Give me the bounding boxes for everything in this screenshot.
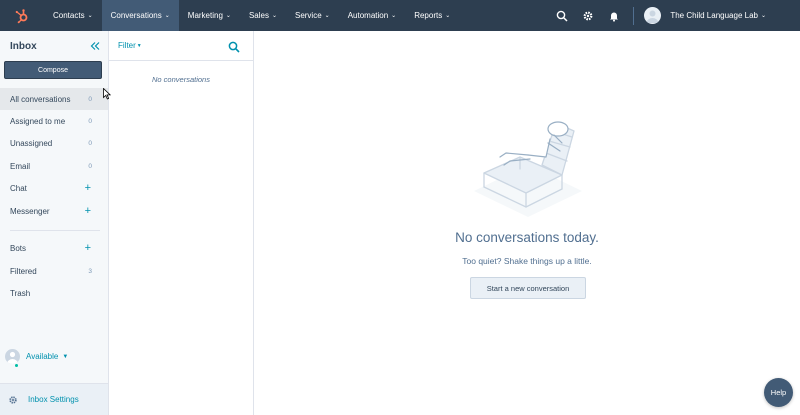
nav-reports[interactable]: Reports ⌄: [405, 0, 459, 31]
sidebar-item-messenger[interactable]: Messenger +: [0, 200, 108, 222]
sidebar-item-label: All conversations: [10, 94, 71, 104]
status-label: Available: [26, 352, 59, 361]
lounge-chair-illustration-icon: [470, 113, 586, 219]
nav-sales[interactable]: Sales ⌄: [240, 0, 286, 31]
account-menu[interactable]: The Child Language Lab ⌄: [670, 11, 766, 20]
nav-automation[interactable]: Automation ⌄: [339, 0, 406, 31]
avatar: [5, 349, 20, 364]
online-status-dot: [14, 363, 19, 368]
nav-reports-label: Reports: [414, 11, 443, 20]
nav-marketing-label: Marketing: [187, 11, 223, 20]
compose-button[interactable]: Compose: [4, 61, 102, 79]
chevron-down-icon: ⌄: [760, 13, 766, 19]
chevron-down-icon: ⌄: [164, 13, 170, 19]
nav-conversations[interactable]: Conversations ⌄: [101, 0, 179, 31]
sidebar-item-count: 0: [88, 117, 92, 125]
sidebar-item-chat[interactable]: Chat +: [0, 177, 108, 199]
nav-sales-label: Sales: [248, 11, 269, 20]
conversation-view: No conversations today. Too quiet? Shake…: [254, 31, 800, 415]
nav-service-label: Service: [294, 11, 322, 20]
empty-list-message: No conversations: [152, 75, 210, 84]
add-messenger-icon[interactable]: +: [85, 205, 91, 217]
sidebar-item-label: Chat: [10, 183, 27, 193]
filter-label: Filter: [118, 41, 136, 50]
nav-contacts-label: Contacts: [53, 11, 85, 20]
sidebar-item-filtered[interactable]: Filtered 3: [0, 260, 108, 282]
sidebar-item-count: 0: [88, 95, 92, 103]
search-icon[interactable]: [549, 0, 575, 31]
chevron-down-icon: ⌄: [87, 13, 93, 19]
sidebar-item-email[interactable]: Email 0: [0, 155, 108, 177]
filter-dropdown[interactable]: Filter ▼: [118, 41, 142, 50]
gear-icon: [8, 395, 18, 405]
nav-marketing[interactable]: Marketing ⌄: [179, 0, 240, 31]
top-navigation: Contacts ⌄ Conversations ⌄ Marketing ⌄ Sale…: [0, 0, 800, 31]
empty-state-subtitle: Too quiet? Shake things up a little.: [462, 256, 592, 266]
caret-down-icon: ▼: [136, 42, 142, 49]
chevron-down-icon: ⌄: [271, 13, 277, 19]
nav-automation-label: Automation: [347, 11, 389, 20]
chevron-down-icon: ⌄: [225, 13, 231, 19]
sidebar-item-count: 0: [88, 162, 92, 170]
sidebar-item-label: Bots: [10, 243, 27, 253]
sidebar-item-label: Filtered: [10, 266, 37, 276]
availability-status[interactable]: Available ▼: [5, 349, 68, 364]
start-new-conversation-button[interactable]: Start a new conversation: [470, 277, 586, 299]
add-chat-icon[interactable]: +: [85, 182, 91, 194]
sidebar-item-count: 0: [88, 139, 92, 147]
help-button[interactable]: Help: [764, 378, 793, 407]
inbox-sidebar: Inbox Compose All conversations 0 Assign…: [0, 31, 109, 415]
account-name-label: The Child Language Lab: [670, 11, 758, 20]
inbox-settings-label: Inbox Settings: [28, 395, 79, 404]
avatar[interactable]: [644, 7, 662, 24]
sidebar-divider: [10, 230, 100, 231]
sidebar-item-unassigned[interactable]: Unassigned 0: [0, 132, 108, 154]
sidebar-item-all-conversations[interactable]: All conversations 0: [0, 88, 108, 110]
sidebar-item-label: Email: [10, 161, 31, 171]
nav-divider: [633, 6, 635, 25]
inbox-settings-link[interactable]: Inbox Settings: [0, 383, 108, 415]
chevron-down-icon: ⌄: [445, 13, 451, 19]
sidebar-item-label: Trash: [10, 288, 31, 298]
sidebar-title: Inbox: [10, 41, 37, 52]
chevron-down-icon: ⌄: [391, 13, 397, 19]
search-icon[interactable]: [228, 40, 240, 53]
chevron-down-icon: ⌄: [324, 13, 330, 19]
sidebar-item-assigned-to-me[interactable]: Assigned to me 0: [0, 110, 108, 132]
caret-down-icon: ▼: [62, 353, 69, 360]
empty-state-title: No conversations today.: [455, 230, 599, 245]
conversation-list: Filter ▼ No conversations: [109, 31, 254, 415]
sidebar-item-bots[interactable]: Bots +: [0, 237, 108, 259]
sidebar-item-count: 3: [88, 267, 92, 275]
collapse-sidebar-icon[interactable]: [89, 40, 101, 52]
sidebar-item-trash[interactable]: Trash: [0, 282, 108, 304]
hubspot-logo-icon[interactable]: [0, 0, 44, 31]
nav-right-group: The Child Language Lab ⌄: [549, 0, 800, 31]
nav-service[interactable]: Service ⌄: [286, 0, 339, 31]
bell-icon[interactable]: [601, 0, 627, 31]
sidebar-item-label: Assigned to me: [10, 116, 66, 126]
sidebar-item-label: Unassigned: [10, 138, 53, 148]
gear-icon[interactable]: [575, 0, 601, 31]
sidebar-item-label: Messenger: [10, 206, 50, 216]
list-header: Filter ▼: [109, 31, 253, 61]
mouse-cursor-icon: [103, 87, 112, 100]
nav-conversations-label: Conversations: [110, 11, 162, 20]
nav-contacts[interactable]: Contacts ⌄: [44, 0, 102, 31]
add-bot-icon[interactable]: +: [85, 242, 91, 254]
